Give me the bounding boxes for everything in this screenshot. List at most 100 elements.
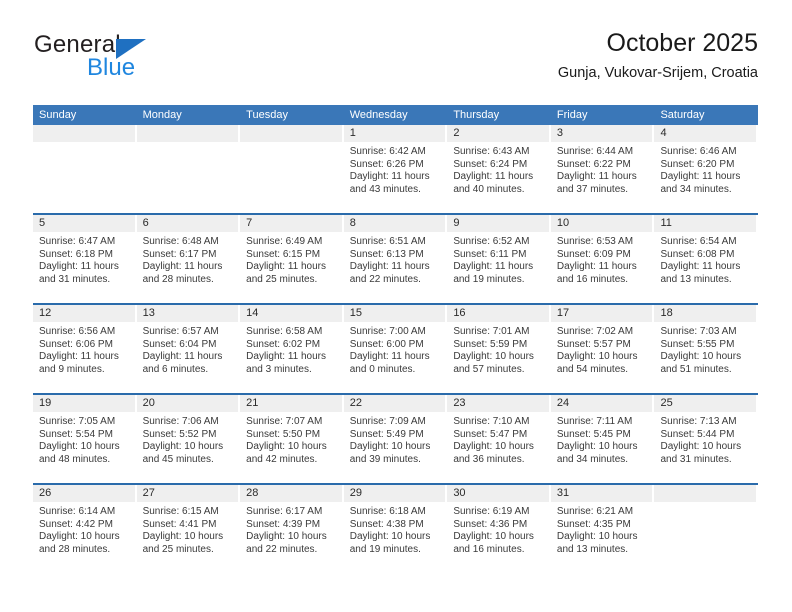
daylight-text-line2: and 25 minutes. (246, 273, 318, 285)
day-details: Sunrise: 7:07 AM Sunset: 5:50 PM Dayligh… (240, 412, 344, 466)
date-band: 7 (240, 215, 342, 232)
sunrise-text: Sunrise: 7:09 AM (349, 416, 426, 427)
day-cell[interactable]: 23 Sunrise: 7:10 AM Sunset: 5:47 PM Dayl… (447, 395, 551, 483)
day-details: Sunrise: 6:42 AM Sunset: 6:26 PM Dayligh… (344, 142, 448, 196)
date-number: 7 (246, 217, 253, 229)
day-cell[interactable]: 27 Sunrise: 6:15 AM Sunset: 4:41 PM Dayl… (136, 485, 241, 573)
day-cell[interactable]: 15 Sunrise: 7:00 AM Sunset: 6:00 PM Dayl… (343, 305, 448, 393)
day-cell[interactable]: 8 Sunrise: 6:51 AM Sunset: 6:13 PM Dayli… (343, 215, 448, 303)
day-cell[interactable]: 10 Sunrise: 6:53 AM Sunset: 6:09 PM Dayl… (550, 215, 655, 303)
day-cell[interactable] (136, 125, 241, 213)
calendar-week-row: 1 Sunrise: 6:42 AM Sunset: 6:26 PM Dayli… (33, 125, 759, 213)
day-cell[interactable]: 20 Sunrise: 7:06 AM Sunset: 5:52 PM Dayl… (136, 395, 241, 483)
day-cell[interactable]: 31 Sunrise: 6:21 AM Sunset: 4:35 PM Dayl… (550, 485, 655, 573)
daylight-text-line2: and 42 minutes. (246, 453, 318, 465)
daylight-text-line1: Daylight: 10 hours (556, 441, 638, 453)
day-cell[interactable] (240, 125, 344, 213)
day-cell[interactable]: 18 Sunrise: 7:03 AM Sunset: 5:55 PM Dayl… (654, 305, 759, 393)
date-band: 22 (343, 395, 446, 412)
daylight-text-line2: and 31 minutes. (39, 273, 111, 285)
sunrise-text: Sunrise: 6:14 AM (39, 506, 116, 517)
day-cell[interactable]: 3 Sunrise: 6:44 AM Sunset: 6:22 PM Dayli… (550, 125, 655, 213)
date-number: 15 (349, 307, 362, 319)
day-cell[interactable]: 21 Sunrise: 7:07 AM Sunset: 5:50 PM Dayl… (240, 395, 344, 483)
day-cell[interactable]: 4 Sunrise: 6:46 AM Sunset: 6:20 PM Dayli… (654, 125, 759, 213)
date-number: 21 (246, 397, 259, 409)
day-cell[interactable]: 16 Sunrise: 7:01 AM Sunset: 5:59 PM Dayl… (447, 305, 551, 393)
day-details: Sunrise: 6:49 AM Sunset: 6:15 PM Dayligh… (240, 232, 344, 286)
day-cell[interactable]: 11 Sunrise: 6:54 AM Sunset: 6:08 PM Dayl… (654, 215, 759, 303)
date-band (654, 485, 757, 502)
day-cell[interactable]: 12 Sunrise: 6:56 AM Sunset: 6:06 PM Dayl… (33, 305, 137, 393)
sunset-text: Sunset: 6:26 PM (349, 158, 424, 170)
daylight-text-line2: and 57 minutes. (453, 363, 525, 375)
date-number: 8 (349, 217, 356, 229)
day-cell[interactable]: 5 Sunrise: 6:47 AM Sunset: 6:18 PM Dayli… (33, 215, 137, 303)
day-cell[interactable]: 9 Sunrise: 6:52 AM Sunset: 6:11 PM Dayli… (447, 215, 551, 303)
day-cell[interactable]: 30 Sunrise: 6:19 AM Sunset: 4:36 PM Dayl… (447, 485, 551, 573)
sunset-text: Sunset: 4:41 PM (142, 518, 217, 530)
brand-logo[interactable]: General Blue (34, 32, 264, 92)
day-cell[interactable]: 28 Sunrise: 6:17 AM Sunset: 4:39 PM Dayl… (240, 485, 344, 573)
day-details: Sunrise: 6:15 AM Sunset: 4:41 PM Dayligh… (137, 502, 241, 556)
daylight-text-line2: and 25 minutes. (142, 543, 214, 555)
daylight-text-line1: Daylight: 10 hours (453, 531, 534, 543)
daylight-text-line1: Daylight: 10 hours (142, 441, 224, 453)
day-cell[interactable]: 6 Sunrise: 6:48 AM Sunset: 6:17 PM Dayli… (136, 215, 241, 303)
sunrise-text: Sunrise: 6:47 AM (39, 236, 116, 247)
day-cell[interactable]: 29 Sunrise: 6:18 AM Sunset: 4:38 PM Dayl… (343, 485, 448, 573)
daylight-text-line2: and 36 minutes. (453, 453, 525, 465)
day-cell[interactable]: 1 Sunrise: 6:42 AM Sunset: 6:26 PM Dayli… (343, 125, 448, 213)
day-cell[interactable]: 14 Sunrise: 6:58 AM Sunset: 6:02 PM Dayl… (240, 305, 344, 393)
weekday-monday: Monday (142, 109, 182, 121)
sunset-text: Sunset: 6:08 PM (660, 248, 735, 260)
sunset-text: Sunset: 6:18 PM (39, 248, 113, 260)
date-band: 16 (447, 305, 549, 322)
day-details: Sunrise: 6:57 AM Sunset: 6:04 PM Dayligh… (137, 322, 241, 376)
daylight-text-line1: Daylight: 11 hours (556, 171, 637, 183)
sunset-text: Sunset: 5:59 PM (453, 338, 528, 350)
day-cell[interactable]: 19 Sunrise: 7:05 AM Sunset: 5:54 PM Dayl… (33, 395, 137, 483)
day-cell[interactable]: 13 Sunrise: 6:57 AM Sunset: 6:04 PM Dayl… (136, 305, 241, 393)
date-band: 10 (550, 215, 653, 232)
sunset-text: Sunset: 6:00 PM (349, 338, 424, 350)
day-cell[interactable]: 17 Sunrise: 7:02 AM Sunset: 5:57 PM Dayl… (550, 305, 655, 393)
date-band: 20 (136, 395, 239, 412)
date-number: 17 (556, 307, 570, 319)
date-number: 10 (556, 217, 570, 229)
day-details (33, 142, 137, 146)
daylight-text-line1: Daylight: 11 hours (39, 261, 119, 273)
sunrise-text: Sunrise: 7:03 AM (660, 326, 737, 337)
date-band: 21 (240, 395, 342, 412)
day-cell[interactable] (33, 125, 137, 213)
day-cell[interactable]: 7 Sunrise: 6:49 AM Sunset: 6:15 PM Dayli… (240, 215, 344, 303)
daylight-text-line2: and 54 minutes. (556, 363, 629, 375)
weekday-saturday: Saturday (660, 109, 705, 121)
date-band: 30 (447, 485, 549, 502)
weekday-thursday: Thursday (453, 109, 500, 121)
sunrise-text: Sunrise: 6:51 AM (349, 236, 426, 247)
day-cell[interactable] (654, 485, 759, 573)
day-cell[interactable]: 2 Sunrise: 6:43 AM Sunset: 6:24 PM Dayli… (447, 125, 551, 213)
daylight-text-line1: Daylight: 10 hours (453, 441, 534, 453)
day-cell[interactable]: 22 Sunrise: 7:09 AM Sunset: 5:49 PM Dayl… (343, 395, 448, 483)
sunset-text: Sunset: 6:15 PM (246, 248, 321, 260)
daylight-text-line2: and 0 minutes. (349, 363, 416, 375)
day-details (240, 142, 344, 146)
sunset-text: Sunset: 6:22 PM (556, 158, 631, 170)
day-cell[interactable]: 24 Sunrise: 7:11 AM Sunset: 5:45 PM Dayl… (550, 395, 655, 483)
day-cell[interactable]: 26 Sunrise: 6:14 AM Sunset: 4:42 PM Dayl… (33, 485, 137, 573)
sunset-text: Sunset: 4:42 PM (39, 518, 113, 530)
daylight-text-line2: and 19 minutes. (453, 273, 525, 285)
daylight-text-line1: Daylight: 10 hours (142, 531, 224, 543)
date-number: 24 (556, 397, 570, 409)
sunrise-text: Sunrise: 6:52 AM (453, 236, 530, 247)
daylight-text-line1: Daylight: 10 hours (349, 441, 431, 453)
sunset-text: Sunset: 6:06 PM (39, 338, 113, 350)
day-cell[interactable]: 25 Sunrise: 7:13 AM Sunset: 5:44 PM Dayl… (654, 395, 759, 483)
sunrise-text: Sunrise: 6:18 AM (349, 506, 426, 517)
daylight-text-line1: Daylight: 11 hours (349, 261, 430, 273)
sunrise-text: Sunrise: 7:06 AM (142, 416, 219, 427)
sunrise-text: Sunrise: 6:54 AM (660, 236, 737, 247)
brand-name-blue: Blue (87, 54, 136, 81)
